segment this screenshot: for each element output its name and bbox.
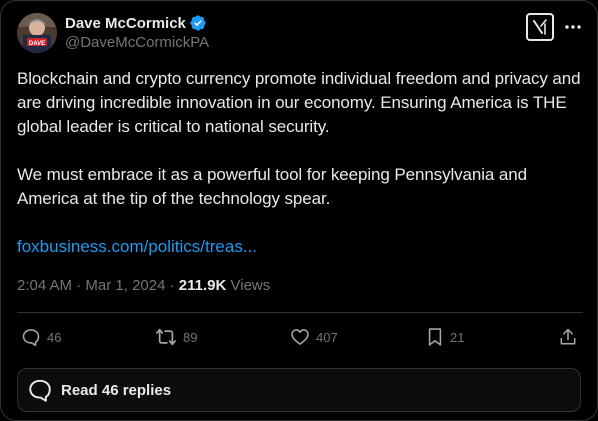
read-replies-label: Read 46 replies	[61, 381, 172, 399]
tweet-card: DAVE Dave McCormick @DaveMcCormickPA Blo…	[0, 0, 598, 421]
reply-count: 46	[47, 329, 62, 345]
tweet-date[interactable]: Mar 1, 2024	[85, 277, 165, 294]
grok-icon	[533, 19, 547, 35]
bookmark-count: 21	[450, 329, 465, 345]
more-options-button[interactable]	[561, 15, 585, 39]
heart-icon	[291, 329, 309, 345]
reply-button[interactable]: 46	[21, 324, 61, 350]
tweet-body: Blockchain and crypto currency promote i…	[17, 67, 587, 211]
tweet-time[interactable]: 2:04 AM	[17, 277, 72, 294]
tweet-paragraph: We must embrace it as a powerful tool fo…	[17, 165, 527, 208]
author-display-name[interactable]: Dave McCormick	[65, 15, 186, 32]
reply-icon	[22, 329, 40, 347]
more-dots-icon	[565, 25, 581, 29]
repost-icon	[156, 328, 176, 346]
like-count: 407	[316, 329, 338, 345]
author-name-row: Dave McCormick	[65, 13, 207, 33]
bookmark-button[interactable]: 21	[426, 324, 464, 350]
repost-button[interactable]: 89	[155, 324, 197, 350]
author-handle[interactable]: @DaveMcCormickPA	[65, 34, 209, 51]
share-button[interactable]	[558, 324, 578, 350]
views-label: Views	[230, 277, 271, 294]
bookmark-icon	[428, 328, 442, 346]
verified-badge-icon[interactable]	[189, 14, 207, 32]
meta-separator: ·	[76, 277, 86, 294]
grok-button[interactable]	[526, 13, 554, 41]
avatar-sign-text: DAVE	[29, 41, 45, 47]
meta-separator: ·	[169, 277, 179, 294]
tweet-link[interactable]: foxbusiness.com/politics/treas...	[17, 235, 257, 259]
share-icon	[560, 328, 576, 345]
tweet-paragraph: Blockchain and crypto currency promote i…	[17, 69, 581, 136]
views-count: 211.9K	[178, 277, 227, 294]
tweet-meta: 2:04 AM · Mar 1, 2024 · 211.9K Views	[17, 276, 270, 296]
like-button[interactable]: 407	[290, 324, 338, 350]
divider	[17, 312, 583, 313]
reply-bubble-icon	[27, 377, 53, 403]
repost-count: 89	[183, 329, 198, 345]
avatar[interactable]: DAVE	[17, 13, 57, 53]
read-replies-button[interactable]: Read 46 replies	[17, 368, 581, 412]
avatar-image: DAVE	[17, 13, 57, 53]
